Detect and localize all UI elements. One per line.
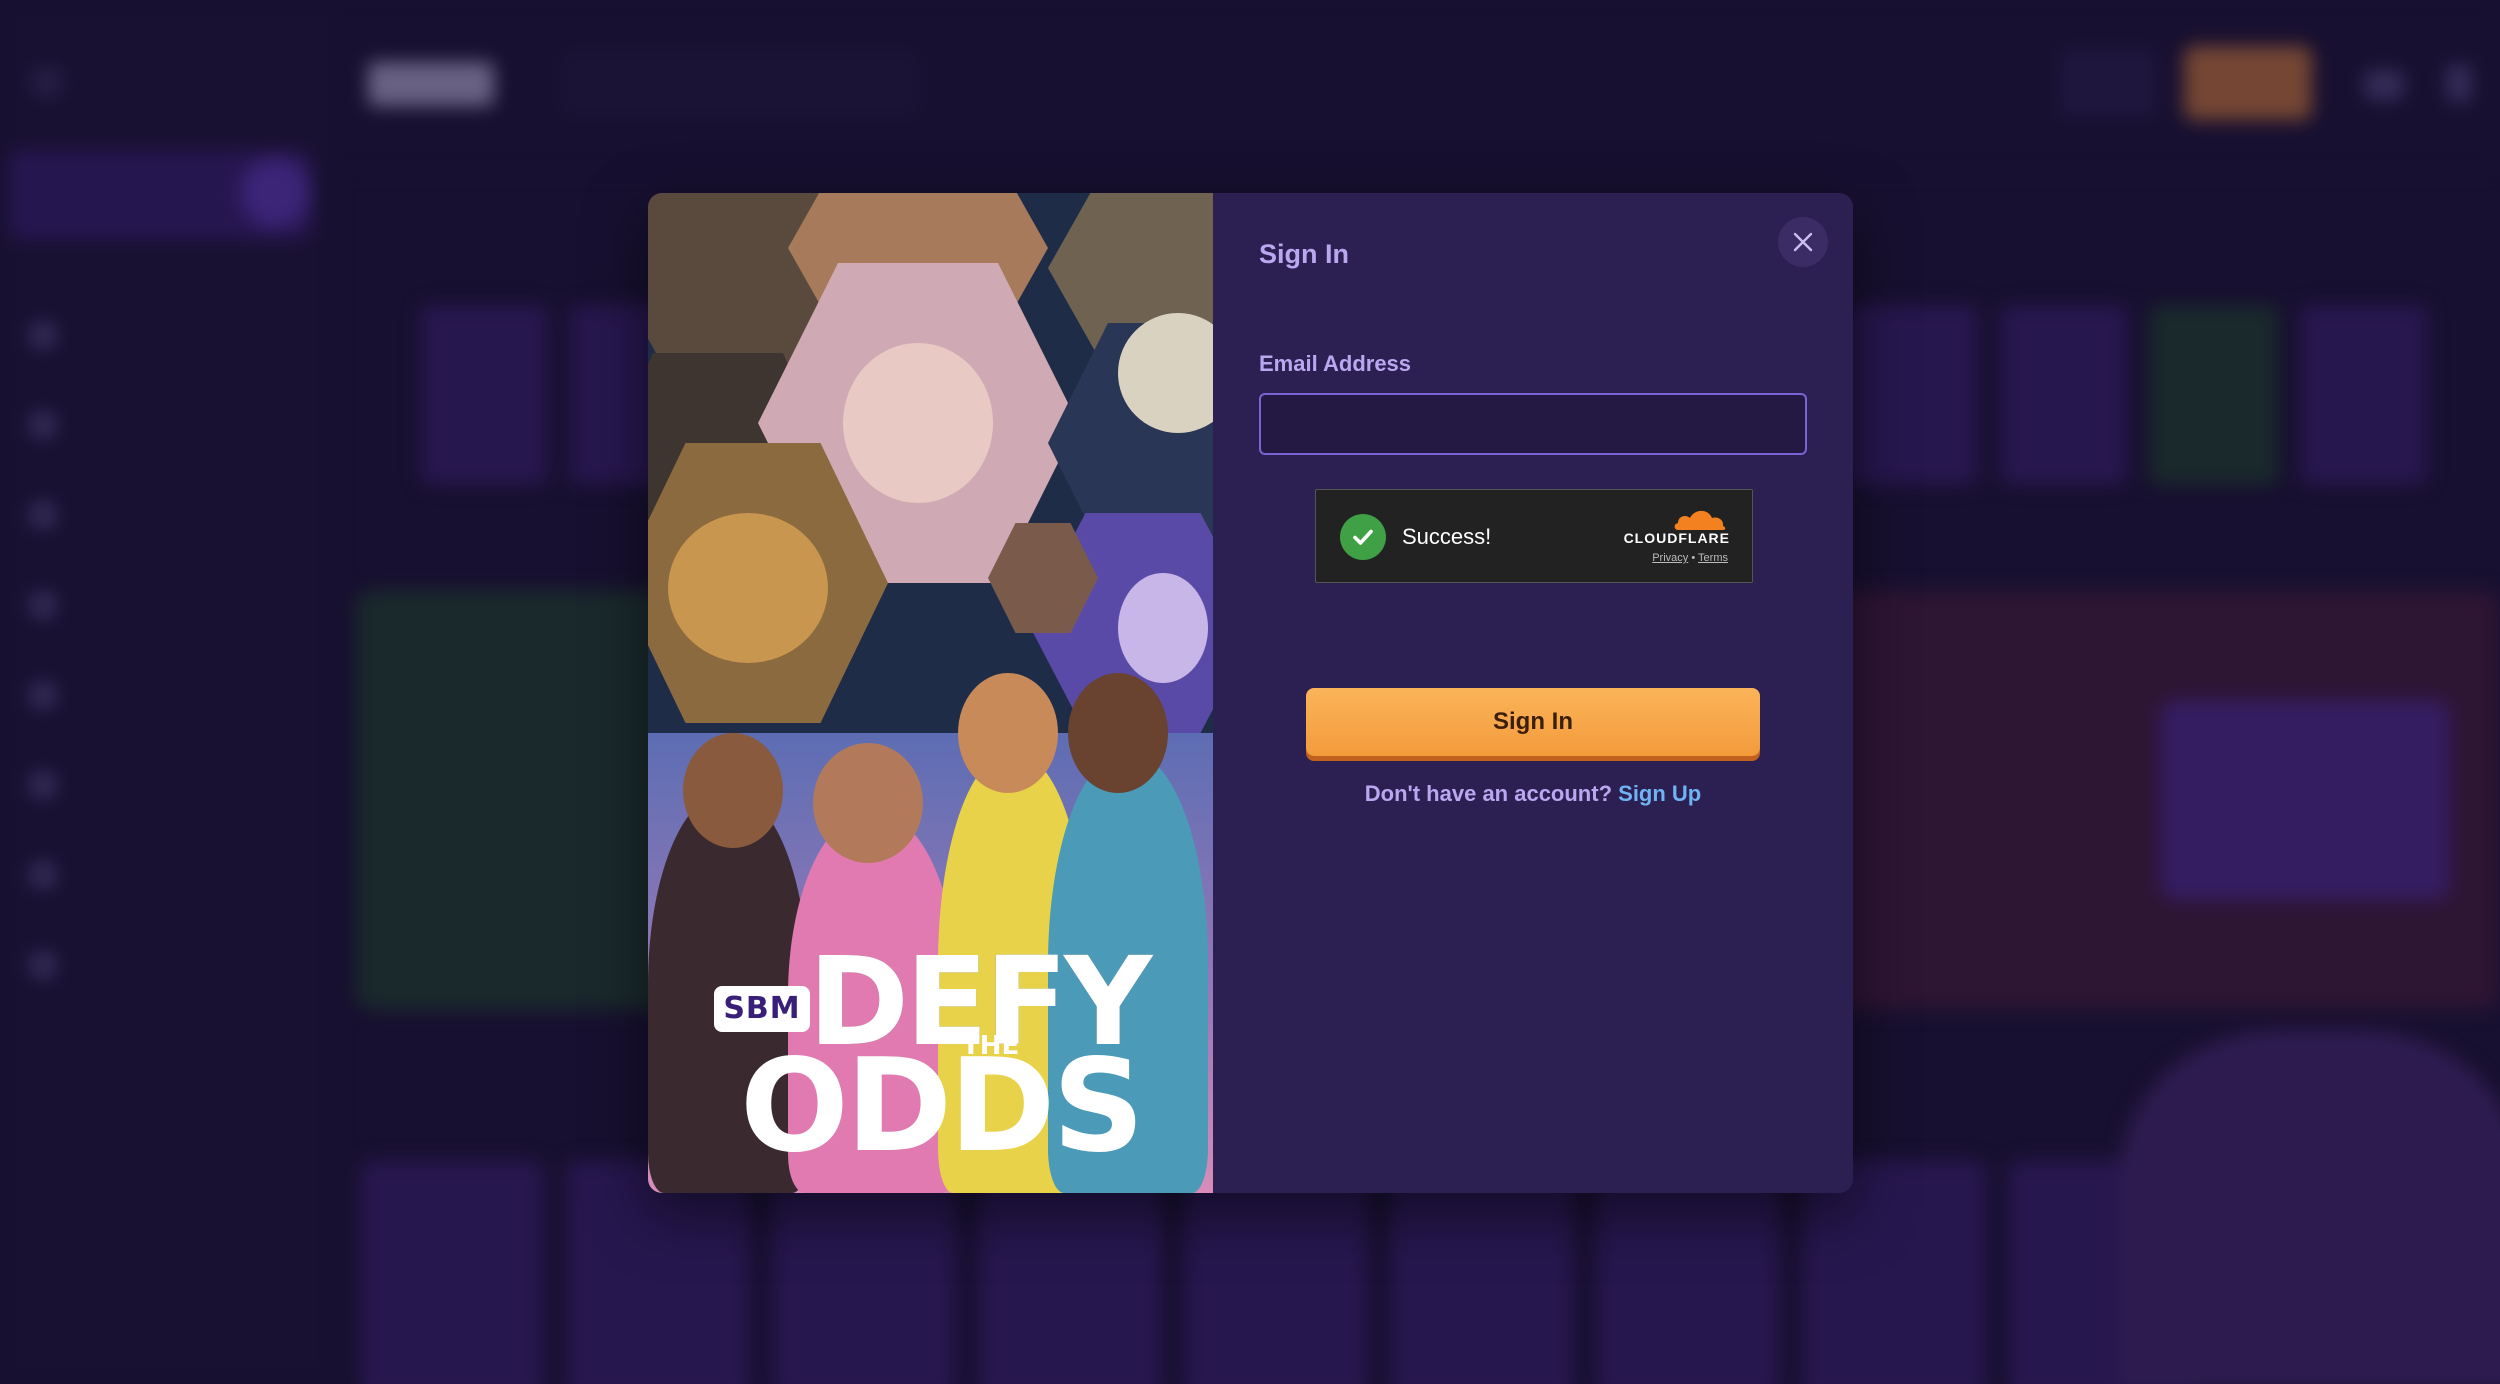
privacy-link[interactable]: Privacy	[1652, 552, 1688, 564]
captcha-links: Privacy • Terms	[1652, 552, 1728, 564]
tagline-odds: ODDS	[740, 1032, 1144, 1181]
modal-title: Sign In	[1259, 239, 1349, 269]
cloudflare-brand: CLOUDFLARE	[1623, 530, 1730, 546]
captcha-status: Success!	[1402, 524, 1492, 549]
signup-prompt-row: Don't have an account? Sign Up	[1213, 781, 1853, 807]
promo-artwork: SBM DEFY THE ODDS	[648, 193, 1213, 1193]
sbm-logo: SBM	[714, 986, 810, 1032]
checkmark-icon	[1340, 514, 1386, 560]
terms-link[interactable]: Terms	[1698, 552, 1728, 564]
character-head	[813, 743, 923, 863]
link-separator: •	[1691, 552, 1696, 564]
sign-up-link[interactable]: Sign Up	[1618, 781, 1701, 806]
cloudflare-logo-icon	[1674, 510, 1726, 530]
close-icon	[1793, 232, 1813, 252]
email-label: Email Address	[1259, 351, 1412, 376]
email-input[interactable]	[1259, 393, 1807, 455]
character-head	[1068, 673, 1168, 793]
sign-in-modal: SBM DEFY THE ODDS Sign In Email Address …	[648, 193, 1853, 1193]
character-head	[958, 673, 1058, 793]
signup-prompt: Don't have an account?	[1364, 781, 1613, 806]
character-head	[683, 733, 783, 848]
cloudflare-captcha[interactable]: Success! CLOUDFLARE Privacy • Terms	[1315, 489, 1753, 583]
sign-in-form: Sign In Email Address Success! CLOUDFLAR…	[1213, 193, 1853, 1193]
close-button[interactable]	[1778, 217, 1828, 267]
sign-in-button[interactable]: Sign In	[1306, 688, 1760, 756]
